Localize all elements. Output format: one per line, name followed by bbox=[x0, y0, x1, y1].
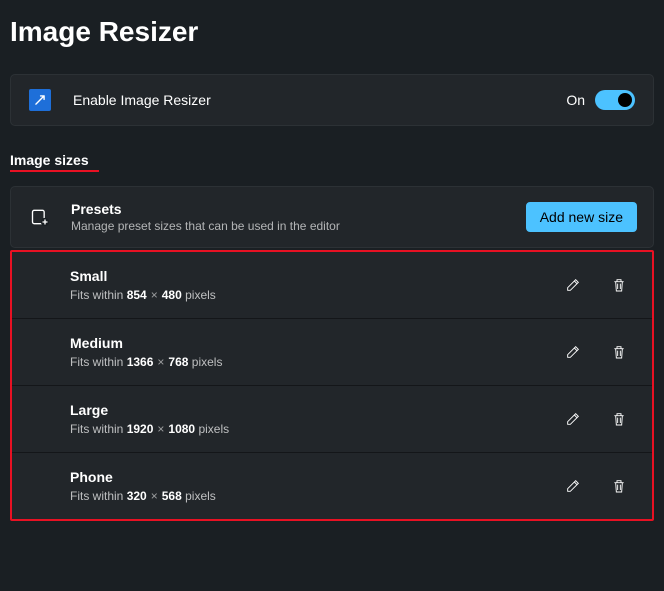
presets-header: Presets Manage preset sizes that can be … bbox=[10, 186, 654, 248]
enable-toggle[interactable] bbox=[595, 90, 635, 110]
preset-dimensions: Fits within 854×480 pixels bbox=[70, 288, 564, 302]
preset-name: Phone bbox=[70, 469, 564, 485]
edit-icon[interactable] bbox=[564, 477, 582, 495]
presets-subtitle: Manage preset sizes that can be used in … bbox=[71, 219, 526, 233]
preset-name: Medium bbox=[70, 335, 564, 351]
preset-row: Large Fits within 1920×1080 pixels bbox=[12, 386, 652, 453]
edit-icon[interactable] bbox=[564, 276, 582, 294]
enable-label: Enable Image Resizer bbox=[73, 92, 566, 108]
preset-list: Small Fits within 854×480 pixels Medium … bbox=[10, 250, 654, 521]
preset-name: Large bbox=[70, 402, 564, 418]
toggle-knob bbox=[618, 93, 632, 107]
delete-icon[interactable] bbox=[610, 276, 628, 294]
delete-icon[interactable] bbox=[610, 477, 628, 495]
delete-icon[interactable] bbox=[610, 410, 628, 428]
image-resizer-icon bbox=[29, 89, 51, 111]
presets-title: Presets bbox=[71, 201, 526, 217]
preset-dimensions: Fits within 320×568 pixels bbox=[70, 489, 564, 503]
enable-card: Enable Image Resizer On bbox=[10, 74, 654, 126]
page-title: Image Resizer bbox=[10, 16, 654, 48]
preset-dimensions: Fits within 1920×1080 pixels bbox=[70, 422, 564, 436]
presets-icon bbox=[29, 206, 51, 228]
edit-icon[interactable] bbox=[564, 343, 582, 361]
preset-row: Phone Fits within 320×568 pixels bbox=[12, 453, 652, 519]
preset-row: Small Fits within 854×480 pixels bbox=[12, 252, 652, 319]
preset-name: Small bbox=[70, 268, 564, 284]
section-heading-image-sizes: Image sizes bbox=[10, 152, 99, 172]
preset-dimensions: Fits within 1366×768 pixels bbox=[70, 355, 564, 369]
toggle-state-text: On bbox=[566, 92, 585, 108]
edit-icon[interactable] bbox=[564, 410, 582, 428]
add-new-size-button[interactable]: Add new size bbox=[526, 202, 637, 232]
delete-icon[interactable] bbox=[610, 343, 628, 361]
preset-row: Medium Fits within 1366×768 pixels bbox=[12, 319, 652, 386]
